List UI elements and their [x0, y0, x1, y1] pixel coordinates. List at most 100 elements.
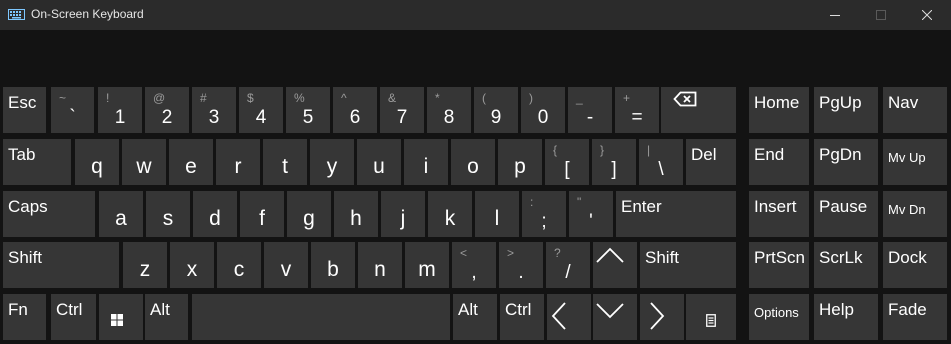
key-alt-right[interactable]: Alt	[453, 294, 497, 340]
key-mvdn[interactable]: Mv Dn	[883, 191, 947, 237]
key-alt-left[interactable]: Alt	[145, 294, 188, 340]
key-esc[interactable]: Esc	[3, 87, 46, 133]
key-c[interactable]: c	[217, 242, 261, 288]
key-ctrl-left[interactable]: Ctrl	[51, 294, 96, 340]
key-arrow-right[interactable]	[640, 294, 684, 340]
key-tab[interactable]: Tab	[3, 139, 71, 185]
key-o[interactable]: o	[451, 139, 495, 185]
key-g[interactable]: g	[287, 191, 331, 237]
key-shift-label: "	[577, 195, 582, 209]
key-backspace[interactable]	[661, 87, 736, 133]
key-grave[interactable]: ~ `	[51, 87, 94, 133]
key-d2[interactable]: @2	[145, 87, 189, 133]
key-lbracket[interactable]: {[	[545, 139, 589, 185]
key-pgup[interactable]: PgUp	[814, 87, 878, 133]
key-arrow-down[interactable]	[593, 294, 637, 340]
key-e[interactable]: e	[169, 139, 213, 185]
keyboard-icon	[8, 9, 25, 20]
key-win[interactable]	[99, 294, 143, 340]
key-d8[interactable]: * 8	[427, 87, 471, 133]
key-s[interactable]: s	[146, 191, 190, 237]
key-label: -	[586, 107, 594, 128]
key-m[interactable]: m	[405, 242, 449, 288]
key-semicolon[interactable]: :;	[522, 191, 566, 237]
key-help[interactable]: Help	[814, 294, 878, 340]
key-q[interactable]: q	[75, 139, 119, 185]
key-backslash[interactable]: | \	[639, 139, 683, 185]
key-d3[interactable]: #3	[192, 87, 236, 133]
key-comma[interactable]: <,	[452, 242, 496, 288]
key-pause[interactable]: Pause	[814, 191, 878, 237]
key-label: End	[754, 145, 785, 164]
key-label: ;	[541, 211, 547, 232]
key-h[interactable]: h	[334, 191, 378, 237]
key-del[interactable]: Del	[686, 139, 736, 185]
key-slash[interactable]: ? /	[546, 242, 590, 288]
key-pgdn[interactable]: PgDn	[814, 139, 878, 185]
key-end[interactable]: End	[749, 139, 809, 185]
key-arrow-up[interactable]	[593, 242, 637, 288]
key-shift-right[interactable]: Shift	[640, 242, 736, 288]
key-d9[interactable]: (9	[474, 87, 518, 133]
key-z[interactable]: z	[123, 242, 167, 288]
key-quote[interactable]: " '	[569, 191, 613, 237]
key-r[interactable]: r	[216, 139, 260, 185]
key-period[interactable]: >.	[499, 242, 543, 288]
key-k[interactable]: k	[428, 191, 472, 237]
key-scrlk[interactable]: ScrLk	[814, 242, 878, 288]
key-p[interactable]: p	[498, 139, 542, 185]
key-shift-label: (	[482, 91, 486, 105]
key-y[interactable]: y	[310, 139, 354, 185]
key-d7[interactable]: & 7	[380, 87, 424, 133]
key-prtscn[interactable]: PrtScn	[749, 242, 809, 288]
key-insert[interactable]: Insert	[749, 191, 809, 237]
key-w[interactable]: w	[122, 139, 166, 185]
key-a[interactable]: a	[99, 191, 143, 237]
key-shift-label: >	[507, 246, 515, 260]
key-label: t	[282, 155, 288, 178]
key-d1[interactable]: ! 1	[98, 87, 142, 133]
key-shift-label: +	[623, 91, 631, 105]
key-label: z	[139, 258, 151, 281]
key-label: 4	[255, 107, 267, 128]
key-v[interactable]: v	[264, 242, 308, 288]
key-mvup[interactable]: Mv Up	[883, 139, 947, 185]
key-shift-label: ?	[554, 246, 561, 260]
key-nav[interactable]: Nav	[883, 87, 947, 133]
key-t[interactable]: t	[263, 139, 307, 185]
key-rbracket[interactable]: }]	[592, 139, 636, 185]
key-space[interactable]	[192, 294, 450, 340]
key-shift-label: _	[576, 91, 583, 105]
context-menu-icon	[706, 314, 716, 332]
key-i[interactable]: i	[404, 139, 448, 185]
key-arrow-left[interactable]	[547, 294, 591, 340]
key-d5[interactable]: % 5	[286, 87, 330, 133]
key-f[interactable]: f	[240, 191, 284, 237]
minimize-button[interactable]	[812, 0, 858, 30]
key-j[interactable]: j	[381, 191, 425, 237]
key-minus[interactable]: _ -	[568, 87, 612, 133]
key-u[interactable]: u	[357, 139, 401, 185]
key-label: v	[280, 258, 292, 281]
key-fn[interactable]: Fn	[3, 294, 46, 340]
key-menu[interactable]	[686, 294, 736, 340]
key-l[interactable]: l	[475, 191, 519, 237]
key-d6[interactable]: ^ 6	[333, 87, 377, 133]
key-fade[interactable]: Fade	[883, 294, 947, 340]
key-d4[interactable]: $4	[239, 87, 283, 133]
key-x[interactable]: x	[170, 242, 214, 288]
key-caps[interactable]: Caps	[3, 191, 95, 237]
key-equals[interactable]: + =	[615, 87, 659, 133]
close-button[interactable]	[904, 0, 950, 30]
key-ctrl-right[interactable]: Ctrl	[500, 294, 544, 340]
key-enter[interactable]: Enter	[616, 191, 736, 237]
key-shift-left[interactable]: Shift	[3, 242, 119, 288]
key-options[interactable]: Options	[749, 294, 809, 340]
key-dock[interactable]: Dock	[883, 242, 947, 288]
key-n[interactable]: n	[358, 242, 402, 288]
key-b[interactable]: b	[311, 242, 355, 288]
key-d[interactable]: d	[193, 191, 237, 237]
key-home[interactable]: Home	[749, 87, 809, 133]
minimize-icon	[830, 15, 840, 16]
key-d0[interactable]: ) 0	[521, 87, 565, 133]
